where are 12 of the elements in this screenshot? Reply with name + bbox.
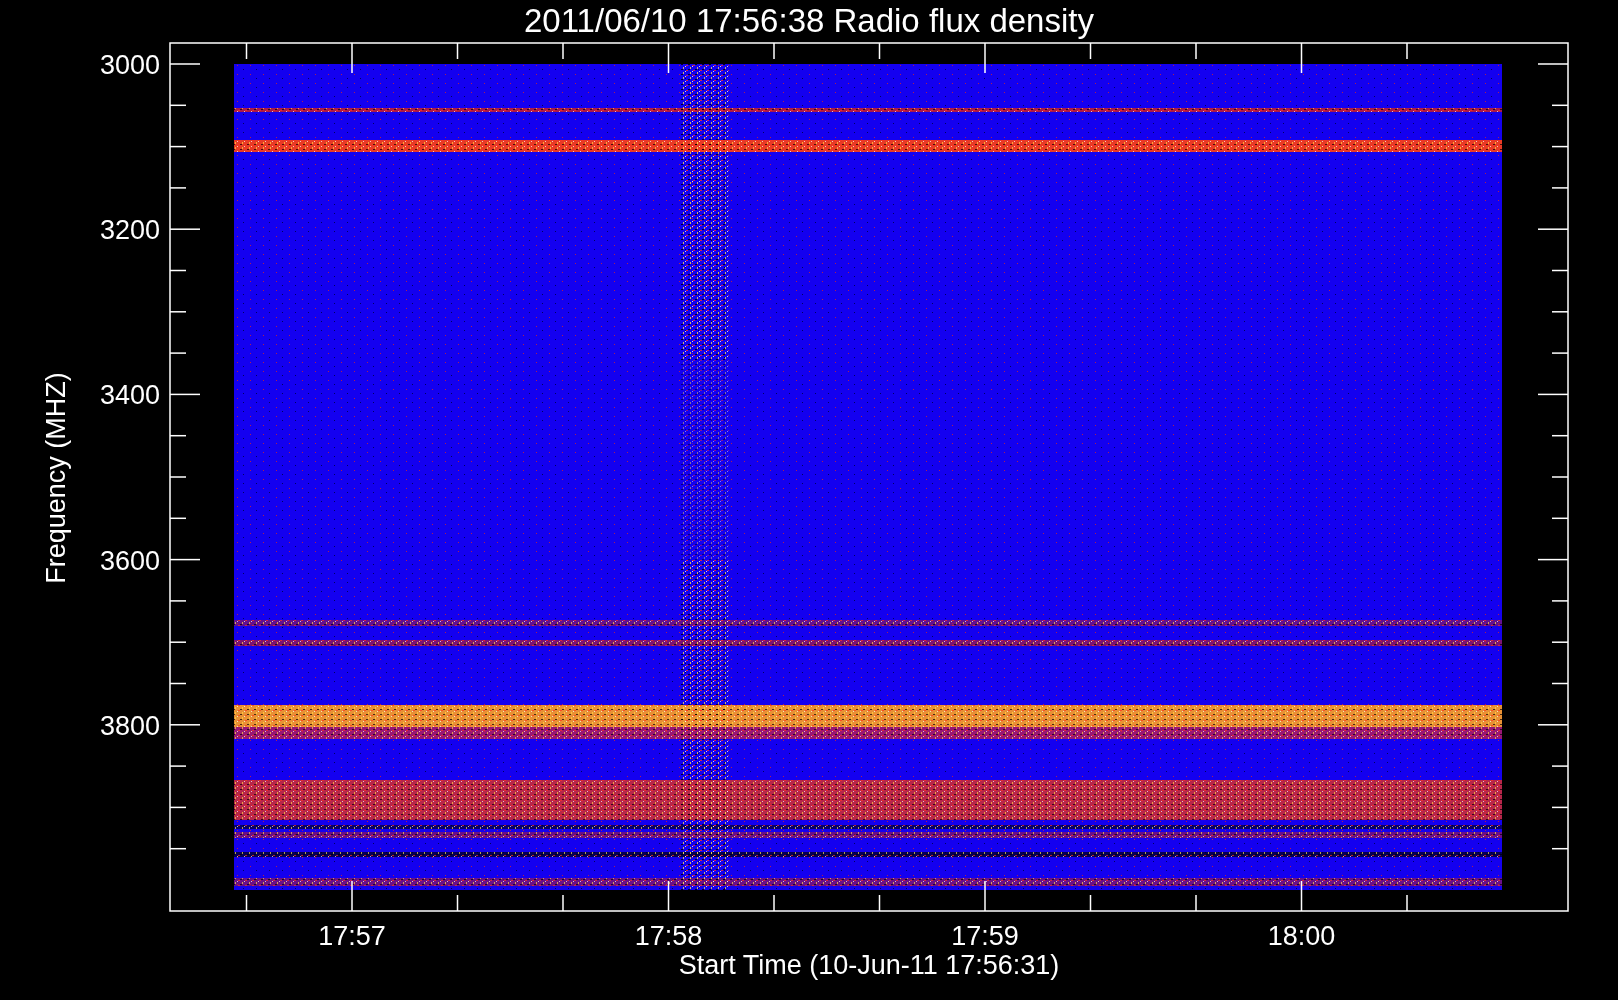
x-tick-label: 18:00 xyxy=(1267,921,1336,951)
x-tick-label: 17:57 xyxy=(318,921,386,951)
y-tick-label: 3000 xyxy=(99,50,160,80)
y-tick-label: 3600 xyxy=(99,545,160,576)
y-tick-label: 3200 xyxy=(99,215,160,246)
y-tick-label: 3800 xyxy=(99,710,160,741)
y-tick-label: 3400 xyxy=(99,380,160,411)
x-tick-label: 17:58 xyxy=(634,921,703,951)
y-axis-label: Frequency (MHZ) xyxy=(41,372,71,584)
x-axis-label: Start Time (10-Jun-11 17:56:31) xyxy=(678,950,1060,980)
x-tick-label: 17:59 xyxy=(951,921,1019,951)
plot-title: 2011/06/10 17:56:38 Radio flux density xyxy=(524,2,1094,39)
